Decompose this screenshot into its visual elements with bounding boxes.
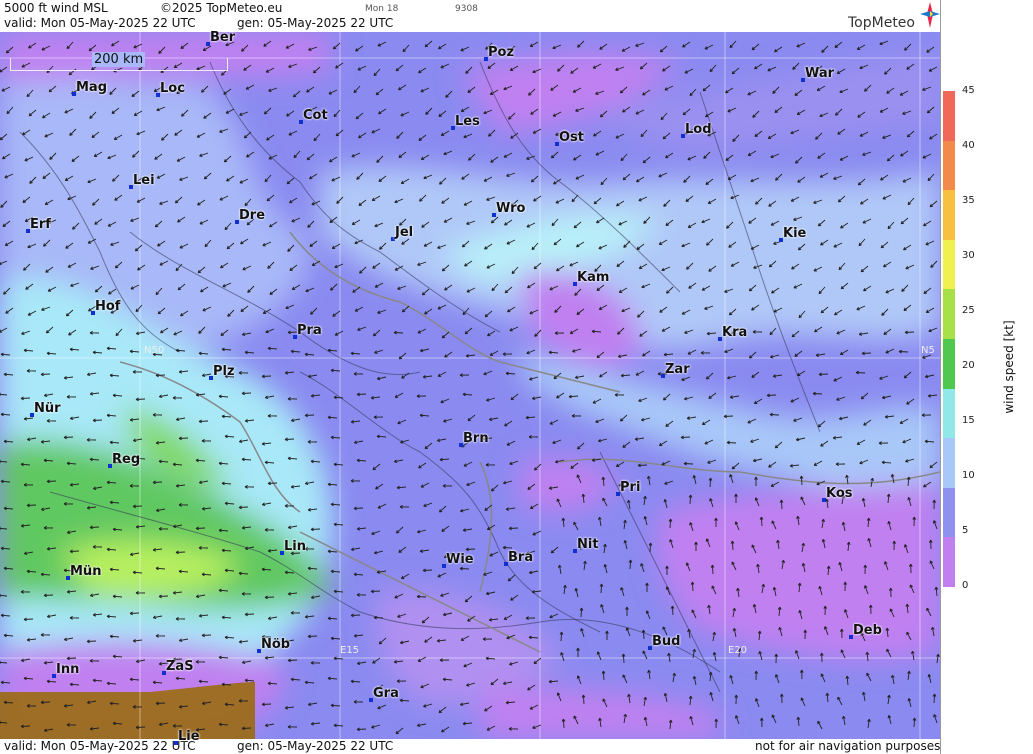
legend-tick-label: 15: [962, 415, 975, 426]
brand-name[interactable]: TopMeteo: [848, 15, 915, 31]
header: 5000 ft wind MSL ©2025 TopMeteo.eu Mon 1…: [0, 0, 940, 32]
city-label-kos: Kos: [826, 486, 853, 501]
city-label-cot: Cot: [303, 108, 328, 123]
day-label: Mon 18: [365, 4, 399, 14]
city-label-mag: Mag: [76, 80, 108, 95]
footer: valid: Mon 05-May-2025 22 UTC gen: 05-Ma…: [0, 739, 940, 754]
city-label-pri: Pri: [620, 480, 641, 495]
city-label-nür: Nür: [34, 401, 61, 416]
legend-swatch: [943, 537, 955, 588]
legend-tick-label: 10: [962, 470, 975, 481]
legend-tick-label: 5: [962, 525, 969, 536]
city-label-hof: Hof: [95, 299, 121, 314]
compass-logo-icon: [920, 2, 940, 31]
city-label-kie: Kie: [783, 226, 807, 241]
city-label-ost: Ost: [559, 130, 585, 145]
grid-label-n50: N50: [144, 345, 165, 356]
legend-tick-label: 35: [962, 195, 975, 206]
city-label-nit: Nit: [577, 537, 599, 552]
city-label-mün: Mün: [70, 564, 102, 579]
city-label-les: Les: [455, 114, 480, 129]
frame-right-border: [940, 0, 941, 754]
wind-map[interactable]: [0, 32, 940, 739]
copyright: ©2025 TopMeteo.eu: [160, 1, 283, 15]
city-label-bud: Bud: [652, 634, 681, 649]
city-label-gra: Gra: [373, 686, 399, 701]
city-label-dre: Dre: [239, 208, 266, 223]
city-label-kra: Kra: [722, 325, 748, 340]
city-label-erf: Erf: [30, 217, 51, 232]
legend-swatch: [943, 140, 955, 191]
city-label-plz: Plz: [213, 364, 235, 379]
city-label-brn: Brn: [463, 431, 489, 446]
city-label-bra: Bra: [508, 550, 534, 565]
city-label-loc: Loc: [160, 81, 185, 96]
legend-swatch: [943, 239, 955, 290]
grid-label-e15: E15: [340, 645, 360, 656]
city-label-pra: Pra: [297, 323, 322, 338]
legend-swatch: [943, 339, 955, 390]
city-label-lie: Lie: [178, 729, 200, 744]
disclaimer: not for air navigation purposes: [755, 739, 941, 753]
city-label-nöb: Nöb: [261, 637, 291, 652]
valid-time: valid: Mon 05-May-2025 22 UTC: [4, 16, 196, 30]
legend-tick-label: 0: [962, 580, 969, 591]
legend-unit-label: wind speed [kt]: [1002, 320, 1016, 414]
gen-time: gen: 05-May-2025 22 UTC: [237, 16, 394, 30]
legend-tick-label: 20: [962, 360, 975, 371]
legend-swatch: [943, 388, 955, 439]
city-label-poz: Poz: [488, 45, 515, 60]
legend-swatch: [943, 289, 955, 340]
city-label-zas: ZaS: [166, 659, 194, 674]
city-label-reg: Reg: [112, 452, 141, 467]
legend-swatch: [943, 190, 955, 241]
city-label-inn: Inn: [56, 662, 80, 677]
footer-valid-time: valid: Mon 05-May-2025 22 UTC: [4, 739, 196, 753]
city-label-jel: Jel: [395, 225, 414, 240]
footer-gen-time: gen: 05-May-2025 22 UTC: [237, 739, 394, 753]
code-label: 9308: [455, 4, 478, 14]
scale-label: 200 km: [92, 52, 146, 67]
legend-tick-label: 40: [962, 140, 975, 151]
city-label-ber: Ber: [210, 30, 236, 45]
legend-tick-label: 45: [962, 85, 975, 96]
legend-swatch: [943, 91, 955, 142]
legend-swatch: [943, 487, 955, 538]
city-label-deb: Deb: [853, 623, 882, 638]
grid-label-n5: N5: [921, 345, 935, 356]
city-label-lod: Lod: [685, 122, 712, 137]
grid-label-e20: E20: [728, 645, 748, 656]
wind-speed-legend: [943, 91, 955, 588]
city-label-zar: Zar: [665, 362, 690, 377]
legend-tick-label: 30: [962, 250, 975, 261]
map-title: 5000 ft wind MSL: [4, 1, 108, 15]
city-label-wie: Wie: [446, 552, 474, 567]
city-label-lin: Lin: [284, 539, 306, 554]
legend-tick-label: 25: [962, 305, 975, 316]
city-label-wro: Wro: [496, 201, 526, 216]
city-label-kam: Kam: [577, 270, 610, 285]
legend-swatch: [943, 438, 955, 489]
city-label-war: War: [805, 66, 835, 81]
city-label-lei: Lei: [133, 173, 155, 188]
